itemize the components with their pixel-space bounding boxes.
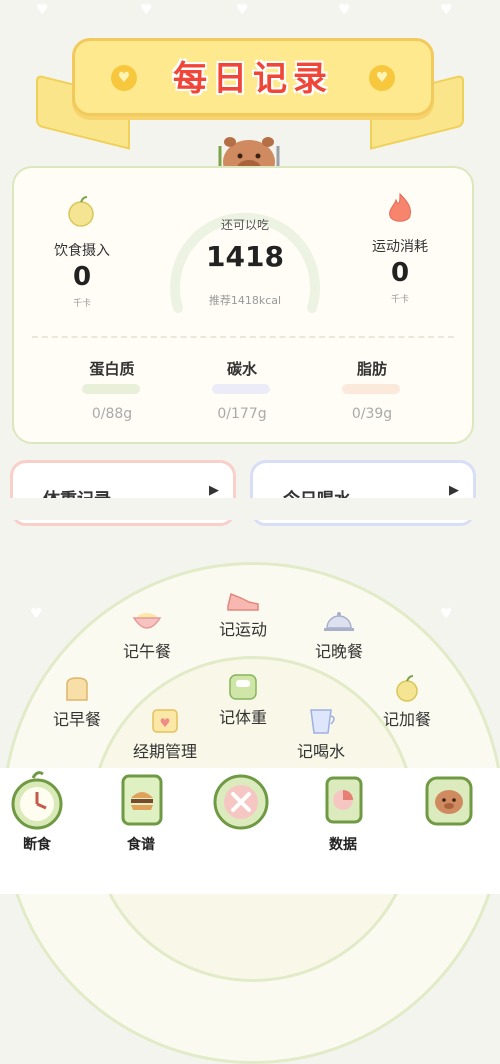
intake-unit: 千卡 [72, 299, 91, 309]
record-breakfast-label: 记早餐 [52, 710, 101, 729]
bottom-nav: 断食 食谱 数据 [0, 768, 500, 894]
screen-cut [0, 498, 500, 520]
decor-heart-icon: ♥ [440, 2, 453, 18]
nav-add-record-button[interactable] [196, 768, 286, 832]
decor-heart-icon: ♥ [338, 2, 351, 18]
nav-profile[interactable] [404, 768, 494, 832]
nav-recipes-label: 食谱 [127, 837, 155, 853]
apple-icon [68, 196, 94, 227]
close-icon [213, 774, 269, 830]
header-banner: ♥ 每日记录 ♥ [72, 38, 434, 116]
scale-icon [229, 674, 257, 700]
cloche-icon [324, 612, 354, 631]
nav-fasting-label: 断食 [23, 837, 51, 853]
chevron-right-icon: ▶ [209, 483, 219, 498]
record-lunch-button[interactable]: 记午餐 [102, 606, 192, 662]
decor-heart-icon: ♥ [140, 2, 153, 18]
remaining-title: 还可以吃 [220, 218, 269, 232]
decor-heart-icon: ♥ [36, 2, 49, 18]
burn-value: 0 [390, 258, 410, 288]
record-exercise-label: 记运动 [218, 620, 267, 639]
record-water-button[interactable]: 记喝水 [276, 706, 366, 762]
data-report-icon [325, 776, 363, 824]
record-weight-label: 记体重 [218, 708, 267, 727]
sneaker-icon [227, 592, 259, 611]
protein-bar [82, 384, 140, 394]
heart-icon: ♥ [369, 65, 395, 91]
protein-value: 0/88g [91, 406, 133, 422]
period-management-label: 经期管理 [132, 742, 197, 761]
record-exercise-button[interactable]: 记运动 [198, 584, 288, 640]
toast-icon [66, 677, 88, 701]
record-snack-label: 记加餐 [382, 710, 431, 729]
fat-bar [342, 384, 400, 394]
remaining-value: 1418 [206, 240, 284, 273]
fruit-icon [396, 675, 418, 702]
record-weight-button[interactable]: 记体重 [198, 672, 288, 728]
carbs-bar [212, 384, 270, 394]
carbs-label: 碳水 [226, 360, 257, 378]
record-breakfast-button[interactable]: 记早餐 [32, 674, 122, 730]
nav-data-label: 数据 [329, 837, 357, 853]
nav-data[interactable]: 数据 [298, 768, 388, 854]
svg-text:♥: ♥ [160, 716, 171, 730]
record-snack-button[interactable]: 记加餐 [362, 674, 452, 730]
fat-value: 0/39g [351, 406, 393, 422]
recommend-text: 推荐1418kcal [208, 294, 282, 307]
decor-heart-icon: ♥ [30, 606, 43, 622]
divider [32, 336, 454, 338]
nav-recipes[interactable]: 食谱 [96, 768, 186, 854]
period-management-button[interactable]: ♥ 经期管理 [120, 706, 210, 762]
capybara-profile-icon [425, 776, 473, 826]
decor-heart-icon: ♥ [440, 606, 453, 622]
recipe-book-icon [121, 774, 163, 826]
record-water-label: 记喝水 [296, 742, 345, 761]
burn-label: 运动消耗 [372, 239, 428, 255]
calendar-heart-icon: ♥ [152, 709, 178, 733]
decor-heart-icon: ♥ [236, 2, 249, 18]
record-lunch-label: 记午餐 [122, 642, 171, 661]
flame-icon [389, 192, 411, 222]
clock-icon [11, 771, 63, 830]
carbs-value: 0/177g [217, 406, 267, 422]
record-dinner-button[interactable]: 记晚餐 [294, 606, 384, 662]
intake-label: 饮食摄入 [54, 243, 110, 259]
water-cup-icon [310, 709, 335, 734]
protein-label: 蛋白质 [89, 360, 135, 378]
intake-value: 0 [72, 262, 92, 292]
burn-unit: 千卡 [390, 295, 409, 305]
fat-label: 脂肪 [356, 360, 387, 378]
bowl-icon [132, 613, 162, 629]
chevron-right-icon: ▶ [449, 483, 459, 498]
nav-fasting[interactable]: 断食 [0, 768, 82, 854]
record-dinner-label: 记晚餐 [314, 642, 363, 661]
